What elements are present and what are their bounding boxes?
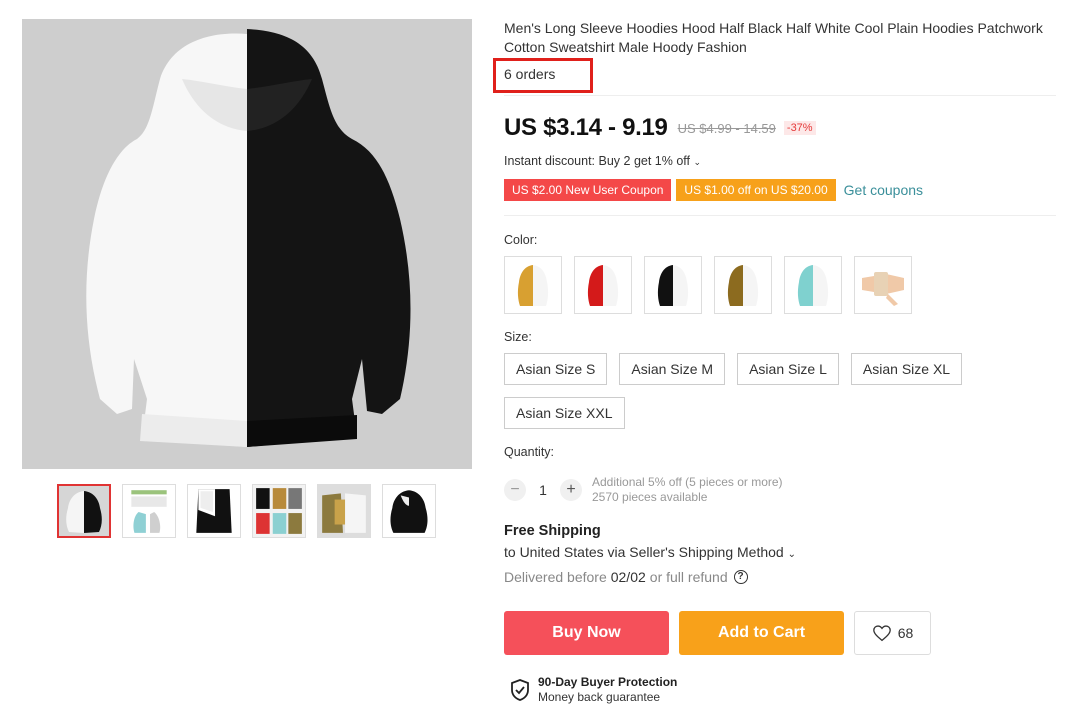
color-option-olive[interactable] xyxy=(714,256,772,314)
quantity-decrease-button[interactable]: − xyxy=(504,479,526,501)
quantity-note: Additional 5% off (5 pieces or more) 257… xyxy=(592,475,783,505)
new-user-coupon[interactable]: US $2.00 New User Coupon xyxy=(504,179,672,201)
color-option-red[interactable] xyxy=(574,256,632,314)
instant-discount-label: Instant discount: Buy 2 get 1% off xyxy=(504,154,690,168)
color-option-khaki[interactable] xyxy=(504,256,562,314)
protection-title: 90-Day Buyer Protection xyxy=(538,675,678,689)
coupon-row: US $2.00 New User Coupon US $1.00 off on… xyxy=(504,179,923,201)
stock-available: 2570 pieces available xyxy=(592,490,708,504)
quantity-increase-button[interactable]: + xyxy=(560,479,582,501)
color-label: Color: xyxy=(504,233,538,247)
shipping-method[interactable]: to United States via Seller's Shipping M… xyxy=(504,544,796,560)
chevron-down-icon: ⌄ xyxy=(693,157,702,167)
instant-discount[interactable]: Instant discount: Buy 2 get 1% off ⌄ xyxy=(504,154,701,168)
thumbnail-2[interactable] xyxy=(122,484,176,538)
shipping-title: Free Shipping xyxy=(504,523,601,539)
divider xyxy=(504,95,1056,96)
thumbnail-5[interactable] xyxy=(317,484,371,538)
add-to-cart-button[interactable]: Add to Cart xyxy=(679,611,844,655)
size-options: Asian Size S Asian Size M Asian Size L A… xyxy=(504,353,974,429)
discount-badge: -37% xyxy=(783,121,816,135)
thumbnail-strip xyxy=(57,484,436,538)
wishlist-button[interactable]: 68 xyxy=(854,611,931,655)
quantity-stepper: − 1 + Additional 5% off (5 pieces or mor… xyxy=(504,475,783,505)
get-coupons-link[interactable]: Get coupons xyxy=(844,182,923,198)
store-coupon[interactable]: US $1.00 off on US $20.00 xyxy=(676,179,836,201)
size-option-m[interactable]: Asian Size M xyxy=(619,353,726,385)
thumbnail-6[interactable] xyxy=(382,484,436,538)
delivery-prefix: Delivered before xyxy=(504,569,607,585)
color-option-black[interactable] xyxy=(644,256,702,314)
divider xyxy=(504,215,1056,216)
size-option-s[interactable]: Asian Size S xyxy=(504,353,608,385)
thumbnail-4[interactable] xyxy=(252,484,306,538)
protection-subtitle: Money back guarantee xyxy=(538,690,661,704)
delivery-estimate: Delivered before 02/02 or full refund ? xyxy=(504,569,748,585)
quantity-value[interactable]: 1 xyxy=(526,482,560,498)
delivery-suffix: or full refund xyxy=(649,569,728,585)
color-options xyxy=(504,256,912,314)
quantity-label: Quantity: xyxy=(504,445,555,459)
original-price: US $4.99 - 14.59 xyxy=(677,120,776,136)
thumbnail-1[interactable] xyxy=(57,484,111,538)
product-title: Men's Long Sleeve Hoodies Hood Half Blac… xyxy=(504,20,1043,55)
color-option-aqua[interactable] xyxy=(784,256,842,314)
shield-icon xyxy=(511,679,529,701)
price-row: US $3.14 - 9.19 US $4.99 - 14.59 -37% xyxy=(504,114,816,142)
color-option-wristband[interactable] xyxy=(854,256,912,314)
hoodie-image xyxy=(22,19,472,469)
wishlist-count: 68 xyxy=(897,625,914,641)
orders-count: 6 orders xyxy=(504,66,556,82)
size-label: Size: xyxy=(504,330,532,344)
current-price: US $3.14 - 9.19 xyxy=(504,114,668,141)
purchase-actions: Buy Now Add to Cart 68 xyxy=(504,611,931,655)
buy-now-button[interactable]: Buy Now xyxy=(504,611,669,655)
buyer-protection: 90-Day Buyer Protection Money back guara… xyxy=(510,675,677,705)
size-option-xl[interactable]: Asian Size XL xyxy=(850,353,963,385)
delivery-date: 02/02 xyxy=(610,569,646,585)
product-info: Men's Long Sleeve Hoodies Hood Half Blac… xyxy=(493,19,1056,704)
help-icon[interactable]: ? xyxy=(733,570,748,584)
heart-icon xyxy=(872,625,891,642)
thumbnail-3[interactable] xyxy=(187,484,241,538)
chevron-down-icon: ⌄ xyxy=(787,549,797,560)
shipping-method-label: to United States via Seller's Shipping M… xyxy=(504,544,784,560)
size-option-l[interactable]: Asian Size L xyxy=(737,353,839,385)
size-option-xxl[interactable]: Asian Size XXL xyxy=(504,397,625,429)
bulk-discount-note: Additional 5% off (5 pieces or more) xyxy=(592,475,783,489)
main-product-image[interactable] xyxy=(22,19,472,469)
